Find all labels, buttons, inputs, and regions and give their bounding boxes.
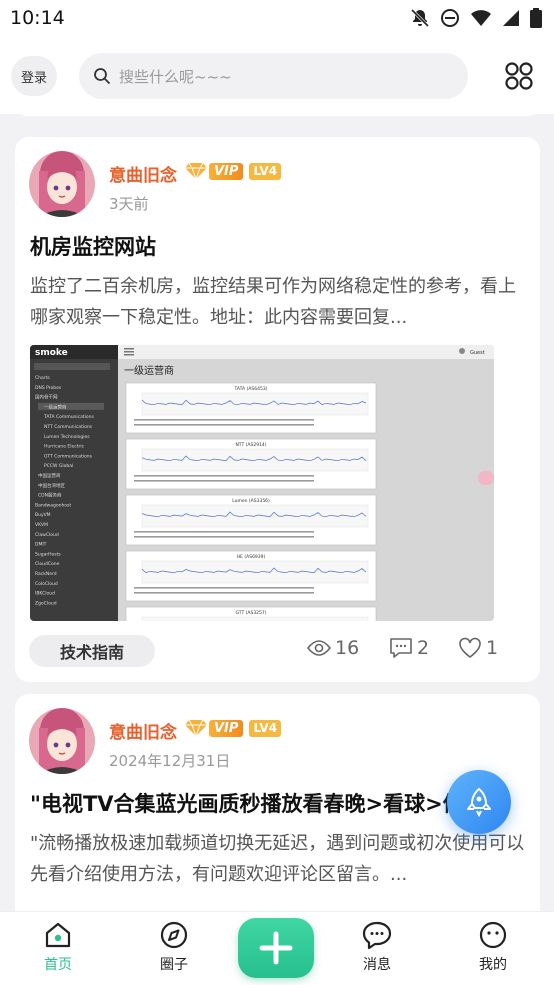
top-bar: 登录 搜些什么呢~~~ [0, 38, 554, 114]
screenshot-sidebar-item: BuyVM [35, 512, 51, 518]
screenshot-sidebar-item: GTT Communications [44, 453, 93, 459]
level-badge: LV4 [249, 162, 282, 180]
status-bar: 10:14 [0, 0, 554, 38]
home-icon [45, 922, 71, 948]
post-title[interactable]: 机房监控网站 [30, 231, 530, 261]
screenshot-sidebar-item: Bandwagonhost [35, 502, 71, 508]
screenshot-graph-title: GTT (AS3257) [235, 610, 266, 616]
comments-value: 2 [417, 637, 430, 659]
search-input[interactable]: 搜些什么呢~~~ [79, 53, 468, 99]
profile-face-icon [479, 921, 507, 949]
screenshot-sidebar-item: ColoCloud [35, 581, 58, 587]
screenshot-sidebar-item: CDN服务商 [38, 492, 62, 499]
screenshot-sidebar-item: DNS Probes [35, 385, 62, 391]
author-name[interactable]: 意曲旧念 [109, 718, 177, 743]
screenshot-brand: smoke [35, 348, 68, 358]
level-badge: LV4 [249, 719, 282, 737]
signal-icon [503, 10, 519, 26]
search-placeholder: 搜些什么呢~~~ [119, 67, 232, 86]
screenshot-graph-title: HE (AS6939) [237, 554, 266, 560]
screenshot-graph-title: NTT (AS2914) [235, 442, 266, 448]
screenshot-sidebar-item: 中国运营商 [38, 472, 61, 479]
eye-icon [307, 640, 331, 656]
battery-icon [530, 8, 542, 28]
wifi-icon [471, 10, 491, 26]
screenshot-sidebar-item: RackNerd [35, 571, 57, 577]
screenshot-sidebar-item: 一级运营商 [44, 403, 67, 410]
back-to-top-button[interactable] [447, 770, 511, 834]
comments-button[interactable]: 2 [389, 637, 429, 659]
tab-messages[interactable]: 消息 [347, 920, 407, 974]
screenshot-sidebar-item: CloudCone [35, 561, 60, 567]
tab-mine[interactable]: 我的 [463, 920, 523, 974]
diamond-icon [185, 162, 207, 180]
vip-badge: VIP LV4 [185, 718, 282, 738]
apps-grid-icon[interactable] [503, 60, 535, 92]
screenshot-user: Guest [470, 350, 485, 356]
topic-tag[interactable]: 技术指南 [29, 635, 155, 667]
post-time: 3天前 [109, 195, 149, 213]
avatar[interactable] [29, 151, 95, 217]
comment-icon [390, 638, 412, 658]
plus-icon [259, 931, 293, 965]
tab-label: 圈子 [160, 957, 188, 973]
likes-value: 1 [486, 637, 499, 659]
post-time: 2024年12月31日 [109, 752, 231, 770]
tab-label: 我的 [479, 957, 507, 973]
screenshot-graph-panel: HE (AS6939) [125, 550, 377, 602]
screenshot-sidebar-item: DMIT [35, 542, 47, 548]
screenshot-sidebar-item: NTT Communications [44, 424, 93, 430]
status-time: 10:14 [10, 7, 65, 29]
screenshot-graph-panel: NTT (AS2914) [125, 438, 377, 490]
vip-label: VIP [209, 162, 244, 180]
heart-icon [459, 637, 481, 658]
screenshot-sidebar-item: SugarHosts [35, 551, 61, 557]
screenshot-sidebar-item: Hurricane Electric [44, 444, 85, 450]
screenshot-sidebar-item: ClawCloud [35, 532, 59, 538]
screenshot-graph-panel: TATA (AS6453) [125, 382, 377, 434]
screenshot-graph-title: Lumen (AS3356) [232, 498, 270, 504]
avatar[interactable] [29, 708, 95, 774]
bell-off-icon [410, 8, 430, 28]
views-value: 16 [335, 637, 360, 659]
search-icon [94, 68, 110, 84]
screenshot-graph-panel: GTT (AS3257) [125, 606, 377, 621]
do-not-disturb-icon [441, 9, 459, 27]
screenshot-sidebar-item: IBKCloud [35, 591, 55, 597]
compass-icon [160, 921, 188, 949]
screenshot-sidebar-item: TATA Communications [43, 414, 95, 420]
chat-icon [362, 921, 392, 950]
screenshot-heading: 一级运营商 [124, 364, 174, 377]
screenshot-sidebar-item: ZgoCloud [35, 600, 57, 606]
post-card[interactable]: 意曲旧念 VIP LV4 3天前 机房监控网站 监控了二百余机房，监控结果可作为… [15, 137, 540, 682]
vip-label: VIP [209, 719, 244, 737]
bottom-tab-bar: 首页 圈子 消息 我的 [0, 911, 554, 985]
screenshot-sidebar-item: Charts [35, 375, 50, 381]
post-excerpt[interactable]: "流畅播放极速加载频道切换无延迟，遇到问题或初次使用可以先看介绍使用方法，有问题… [30, 828, 526, 890]
views-count: 16 [307, 637, 359, 659]
post-excerpt[interactable]: 监控了二百余机房，监控结果可作为网络稳定性的参考，看上哪家观察一下稳定性。地址：… [30, 271, 526, 333]
screenshot-sidebar-item: PCCW Global [44, 463, 73, 469]
screenshot-sidebar-item: VKVM [35, 522, 48, 528]
vip-badge: VIP LV4 [185, 161, 282, 181]
rocket-icon [467, 787, 491, 817]
tab-circle[interactable]: 圈子 [144, 920, 204, 974]
author-name[interactable]: 意曲旧念 [109, 161, 177, 186]
create-post-button[interactable] [238, 918, 314, 978]
diamond-icon [185, 719, 207, 737]
screenshot-graph-title: TATA (AS6453) [234, 386, 268, 392]
like-button[interactable]: 1 [458, 637, 498, 659]
screenshot-sidebar-item: 中国台湾地区 [38, 482, 65, 489]
screenshot-sidebar-item: 国内骨干网 [35, 394, 58, 401]
screenshot-sidebar-item: Lumen Technologies [44, 434, 90, 440]
login-button[interactable]: 登录 [11, 56, 57, 96]
tab-label: 首页 [44, 957, 72, 973]
screenshot-graph-panel: Lumen (AS3356) [125, 494, 377, 546]
previous-card-edge [15, 114, 540, 116]
post-image[interactable]: smoke Charts DNS Probes 国内骨干网 一级运营商 TATA Com… [30, 345, 494, 621]
tab-home[interactable]: 首页 [28, 920, 88, 974]
status-icons [410, 8, 542, 28]
tab-label: 消息 [363, 957, 391, 973]
